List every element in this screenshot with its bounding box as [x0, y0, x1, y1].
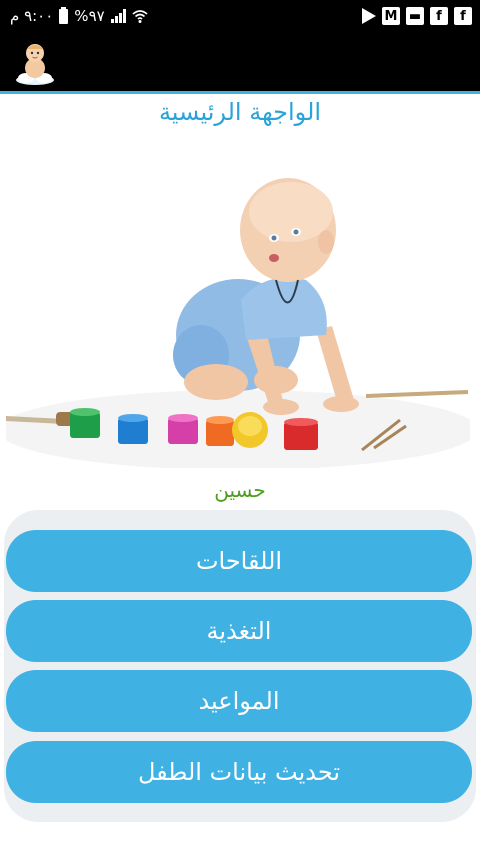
battery-icon — [59, 6, 69, 24]
facebook-icon: f — [454, 7, 472, 25]
status-time: ٩:٠٠ م — [10, 7, 54, 25]
play-store-icon — [362, 8, 376, 24]
baby-playing-image — [6, 150, 470, 468]
baby-logo-icon[interactable] — [14, 40, 56, 86]
notification-icon: ▬ — [406, 7, 424, 25]
appointments-button[interactable]: المواعيد — [6, 670, 472, 732]
vaccinations-button[interactable]: اللقاحات — [6, 530, 472, 592]
wifi-icon — [132, 10, 148, 23]
status-bar: ٩:٠٠ م %٩٧ M ▬ f f — [0, 0, 480, 32]
update-child-data-button[interactable]: تحديث بيانات الطفل — [6, 741, 472, 803]
gmail-icon: M — [382, 7, 400, 25]
child-name: حسين — [214, 478, 266, 502]
page-title: الواجهة الرئيسية — [158, 98, 322, 126]
notification-icons: M ▬ f f — [362, 6, 472, 26]
app-bar — [0, 32, 480, 94]
battery-level: %٩٧ — [74, 7, 105, 25]
status-left: ٩:٠٠ م %٩٧ — [10, 6, 148, 26]
nutrition-button[interactable]: التغذية — [6, 600, 472, 662]
facebook-icon: f — [430, 7, 448, 25]
signal-icon — [110, 9, 126, 23]
